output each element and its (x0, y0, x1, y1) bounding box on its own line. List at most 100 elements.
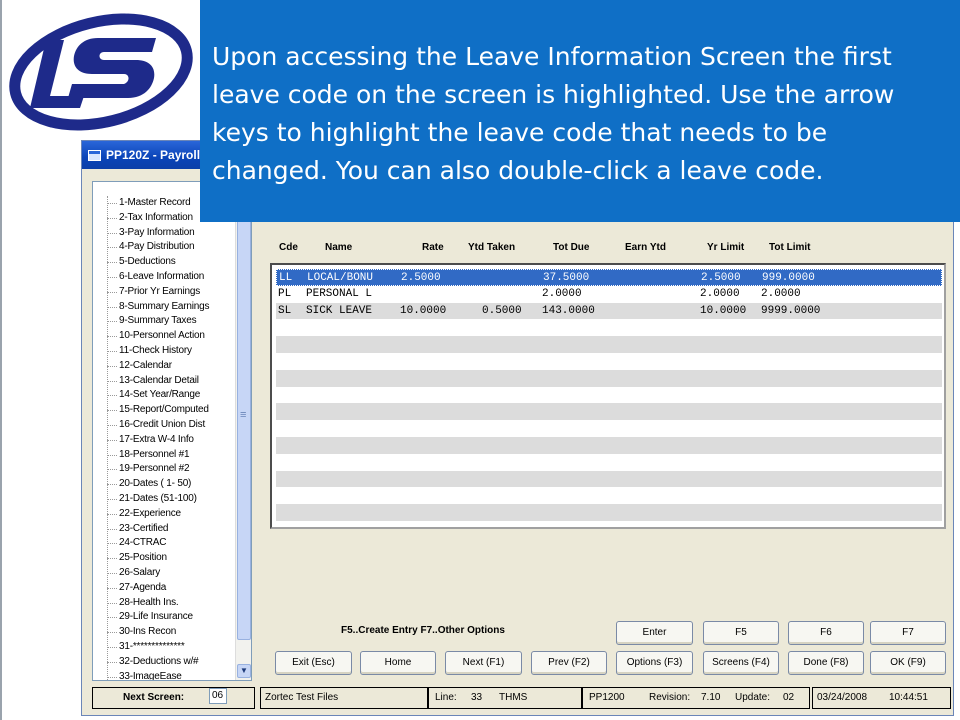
f5-button[interactable]: F5 (703, 621, 779, 645)
tree-item[interactable]: 19-Personnel #2 (93, 462, 237, 477)
tree-item[interactable]: 13-Calendar Detail (93, 374, 237, 389)
tree-item[interactable]: 26-Salary (93, 566, 237, 581)
table-row[interactable]: PL PERSONAL L 2.0000 2.0000 2.0000 (276, 286, 942, 303)
line-cell: Line: 33 THMS (428, 687, 582, 709)
cell-ytd-taken: 0.5000 (482, 304, 522, 317)
window-app-icon (88, 149, 101, 161)
table-row[interactable] (276, 387, 942, 404)
f7-button[interactable]: F7 (870, 621, 946, 645)
enter-button[interactable]: Enter (616, 621, 693, 645)
db-name-cell: Zortec Test Files (260, 687, 428, 709)
tree-item[interactable]: 9-Summary Taxes (93, 314, 237, 329)
col-header-name: Name (325, 242, 353, 253)
tree-item[interactable]: 14-Set Year/Range (93, 388, 237, 403)
tree-item[interactable]: 5-Deductions (93, 255, 237, 270)
done-button[interactable]: Done (F8) (788, 651, 864, 675)
tree-item[interactable]: 15-Report/Computed (93, 403, 237, 418)
callout-text: Upon accessing the Leave Information Scr… (212, 42, 895, 185)
status-date: 03/24/2008 (817, 692, 868, 703)
exit-button[interactable]: Exit (Esc) (275, 651, 352, 675)
table-row[interactable]: LL LOCAL/BONU 2.5000 37.5000 2.5000 999.0000 (276, 269, 942, 286)
cell-yr-limit: 2.5000 (701, 272, 741, 284)
leave-grid-header: Cde Name Rate Ytd Taken Tot Due Earn Ytd… (277, 242, 947, 256)
tree-item[interactable]: 33-ImageEase (93, 670, 237, 680)
tree-item[interactable]: 23-Certified (93, 522, 237, 537)
tree-item[interactable]: 32-Deductions w/# (93, 655, 237, 670)
table-row[interactable]: SL SICK LEAVE 10.0000 0.5000 143.0000 10.0000… (276, 302, 942, 320)
cell-name: SICK LEAVE (306, 304, 373, 317)
table-row[interactable] (276, 353, 942, 370)
tree-item[interactable]: 11-Check History (93, 344, 237, 359)
cell-cde: LL (279, 272, 293, 284)
tree-item[interactable]: 7-Prior Yr Earnings (93, 285, 237, 300)
status-bar: Next Screen: 06 Zortec Test Files Line: … (88, 687, 951, 709)
tree-scroll-thumb[interactable] (237, 196, 251, 640)
tree-item[interactable]: 22-Experience (93, 507, 237, 522)
cell-name: LOCAL/BONU (307, 272, 374, 284)
function-key-hint: F5..Create Entry F7..Other Options (341, 625, 505, 636)
scroll-down-arrow-icon[interactable]: ▼ (237, 664, 251, 678)
leave-grid[interactable]: LL LOCAL/BONU 2.5000 37.5000 2.5000 999.0000 P… (270, 263, 946, 529)
lsi-logo (9, 13, 193, 131)
tree-item[interactable]: 10-Personnel Action (93, 329, 237, 344)
next-screen-cell: Next Screen: 06 (92, 687, 255, 709)
next-screen-input[interactable]: 06 (209, 688, 227, 704)
screen-tree-list: 1-Master Record 2-Tax Information 3-Pay In… (93, 196, 237, 680)
datetime-cell: 03/24/2008 10:44:51 (812, 687, 951, 709)
update-value: 02 (783, 692, 795, 703)
tree-item[interactable]: 29-Life Insurance (93, 610, 237, 625)
tree-item[interactable]: 24-CTRAC (93, 536, 237, 551)
tree-item[interactable]: 31-************** (93, 640, 237, 655)
tree-item[interactable]: 30-Ins Recon (93, 625, 237, 640)
table-row[interactable] (276, 437, 942, 454)
table-row[interactable] (276, 319, 942, 336)
tree-item[interactable]: 12-Calendar (93, 359, 237, 374)
tree-item[interactable]: 27-Agenda (93, 581, 237, 596)
tree-item[interactable]: 8-Summary Earnings (93, 300, 237, 315)
tree-item[interactable]: 6-Leave Information (93, 270, 237, 285)
tree-item[interactable]: 3-Pay Information (93, 226, 237, 241)
tree-item[interactable]: 16-Credit Union Dist (93, 418, 237, 433)
screens-button[interactable]: Screens (F4) (703, 651, 779, 675)
cell-rate: 2.5000 (401, 272, 441, 284)
ok-button[interactable]: OK (F9) (870, 651, 946, 675)
db-name: Zortec Test Files (265, 692, 339, 703)
table-row[interactable] (276, 504, 942, 521)
next-screen-label: Next Screen: (123, 692, 185, 703)
table-row[interactable] (276, 403, 942, 421)
table-row[interactable] (276, 487, 942, 504)
f6-button[interactable]: F6 (788, 621, 864, 645)
tree-item[interactable]: 4-Pay Distribution (93, 240, 237, 255)
cell-yr-limit: 10.0000 (700, 304, 747, 317)
col-header-cde: Cde (279, 242, 298, 253)
tree-item[interactable]: 17-Extra W-4 Info (93, 433, 237, 448)
cell-tot-limit: 999.0000 (762, 272, 815, 284)
prev-button[interactable]: Prev (F2) (531, 651, 607, 675)
line-value: 33 (471, 692, 483, 703)
options-button[interactable]: Options (F3) (616, 651, 693, 675)
col-header-earn-ytd: Earn Ytd (625, 242, 666, 253)
next-button[interactable]: Next (F1) (445, 651, 522, 675)
table-row[interactable] (276, 369, 942, 387)
tree-item[interactable]: 21-Dates (51-100) (93, 492, 237, 507)
update-label: Update: (735, 692, 771, 703)
program-name: PP1200 (589, 692, 625, 703)
table-row[interactable] (276, 336, 942, 353)
tree-item[interactable]: 18-Personnel #1 (93, 448, 237, 463)
cell-tot-limit: 9999.0000 (761, 304, 821, 317)
status-time: 10:44:51 (889, 692, 928, 703)
table-row[interactable] (276, 454, 942, 471)
tree-item[interactable]: 28-Health Ins. (93, 596, 237, 611)
user-id: THMS (499, 692, 528, 703)
home-button[interactable]: Home (360, 651, 436, 675)
col-header-yr-limit: Yr Limit (707, 242, 745, 253)
table-row[interactable] (276, 470, 942, 488)
cell-tot-limit: 2.0000 (761, 287, 801, 300)
col-header-tot-limit: Tot Limit (769, 242, 811, 253)
tree-item[interactable]: 20-Dates ( 1- 50) (93, 477, 237, 492)
cell-cde: PL (278, 287, 292, 300)
tree-item[interactable]: 25-Position (93, 551, 237, 566)
table-row[interactable] (276, 420, 942, 437)
tree-scrollbar[interactable]: ▼ (235, 182, 251, 680)
cell-name: PERSONAL L (306, 287, 373, 300)
